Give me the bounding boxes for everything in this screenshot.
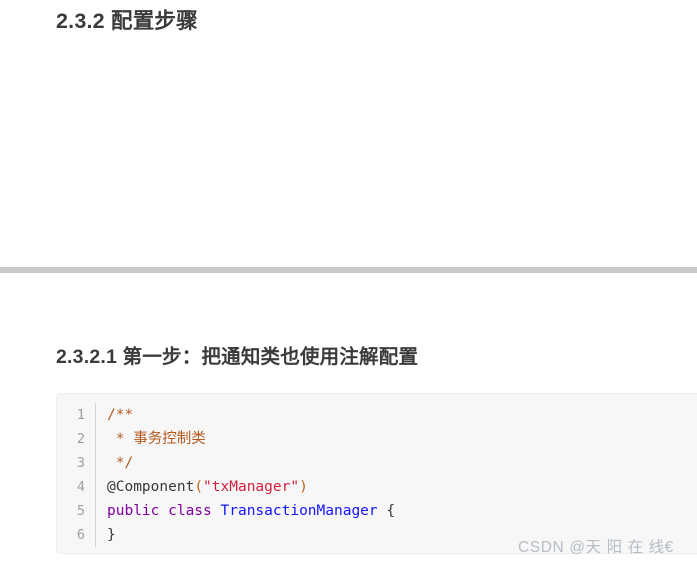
code-line-content: } [107,523,116,547]
gutter-separator [95,451,96,475]
code-token-type: TransactionManager [220,503,378,519]
code-line-content: /** [107,403,133,427]
gutter-separator [95,475,96,499]
gutter-separator [95,523,96,547]
gutter-separator [95,499,96,523]
code-line: 2 * 事务控制类 [57,427,697,451]
line-number: 2 [76,431,85,447]
code-token-paren-close: ) [299,479,308,495]
code-token-brace-close: } [107,527,116,543]
code-line-content: * 事务控制类 [107,427,206,451]
code-line: 4 @Component("txManager") [57,475,697,499]
line-number: 5 [76,503,85,519]
gutter-separator [95,403,96,427]
code-token-keyword: public class [107,503,221,519]
code-line-content: */ [107,451,133,475]
code-line: 1 /** [57,403,697,427]
code-token-annotation: @Component [107,479,195,495]
code-token-comment: /** [107,407,134,423]
code-lines: 1 /** 2 * 事务控制类 3 */ 4 @Component("txMan… [57,403,697,547]
code-token-comment: * 事务控制类 [107,431,206,447]
line-number: 6 [76,527,85,543]
code-token-brace-open: { [377,503,396,519]
document-page: 2.3.2 配置步骤 2.3.2.1 第一步：把通知类也使用注解配置 1 /**… [0,0,697,565]
code-token-paren-open: ( [194,479,204,495]
code-token-string: "txManager" [203,479,300,495]
page-title: 2.3.2 配置步骤 [56,9,198,33]
code-line-content: public class TransactionManager { [107,499,395,523]
watermark: CSDN @天 阳 在 线€ [518,539,674,556]
section-divider [0,267,697,273]
code-line: 3 */ [57,451,697,475]
line-number: 1 [76,407,85,423]
gutter-separator [95,427,96,451]
line-number: 4 [76,479,85,495]
code-line-content: @Component("txManager") [107,475,308,499]
subsection-heading: 2.3.2.1 第一步：把通知类也使用注解配置 [56,346,419,368]
line-number: 3 [76,455,85,471]
code-token-comment: */ [107,455,134,471]
code-block: 1 /** 2 * 事务控制类 3 */ 4 @Component("txMan… [56,393,697,554]
code-line: 5 public class TransactionManager { [57,499,697,523]
